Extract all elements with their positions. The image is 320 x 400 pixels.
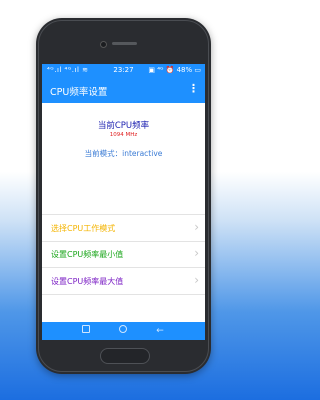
chevron-right-icon: › bbox=[194, 246, 199, 260]
speaker-grill bbox=[112, 42, 137, 45]
home-icon bbox=[119, 325, 127, 333]
screen: ⁴ᴳ.ıl ⁴ᴳ.ıl ≋ 23:27 ▣ ⁴ᴳ ⏰ 48% ▭ CPU频率设置… bbox=[42, 64, 205, 340]
menu-item-label: 设置CPU频率最大值 bbox=[51, 277, 124, 286]
home-button[interactable] bbox=[116, 325, 130, 337]
menu-item-set-min-freq[interactable]: 设置CPU频率最小值 › bbox=[42, 241, 205, 268]
status-bar: ⁴ᴳ.ıl ⁴ᴳ.ıl ≋ 23:27 ▣ ⁴ᴳ ⏰ 48% ▭ bbox=[42, 64, 205, 77]
hardware-home-key[interactable] bbox=[100, 348, 150, 364]
chevron-right-icon: › bbox=[194, 220, 199, 234]
app-title: CPU频率设置 bbox=[50, 87, 108, 98]
menu-item-set-max-freq[interactable]: 设置CPU频率最大值 › bbox=[42, 268, 205, 295]
current-freq-value: 1094 MHz bbox=[109, 132, 138, 138]
back-button[interactable]: ← bbox=[153, 325, 167, 337]
recents-button[interactable] bbox=[79, 325, 93, 337]
back-arrow-icon: ← bbox=[156, 326, 164, 336]
phone-frame: ⁴ᴳ.ıl ⁴ᴳ.ıl ≋ 23:27 ▣ ⁴ᴳ ⏰ 48% ▭ CPU频率设置… bbox=[36, 18, 211, 374]
menu-item-label: 选择CPU工作模式 bbox=[51, 224, 116, 233]
camera-icon bbox=[100, 41, 107, 48]
current-mode-text: 当前模式：interactive bbox=[84, 149, 163, 158]
menu-item-select-mode[interactable]: 选择CPU工作模式 › bbox=[42, 214, 205, 242]
overflow-menu-icon[interactable]: ⋮ bbox=[188, 83, 199, 95]
menu-item-label: 设置CPU频率最小值 bbox=[51, 250, 124, 259]
app-bar: CPU频率设置 ⋮ bbox=[42, 77, 205, 103]
recents-icon bbox=[82, 325, 90, 333]
navigation-bar: ← bbox=[42, 322, 205, 340]
battery-icon: ▣ ⁴ᴳ ⏰ 48% ▭ bbox=[148, 66, 201, 74]
chevron-right-icon: › bbox=[194, 273, 199, 287]
current-freq-label: 当前CPU频率 bbox=[97, 121, 150, 131]
